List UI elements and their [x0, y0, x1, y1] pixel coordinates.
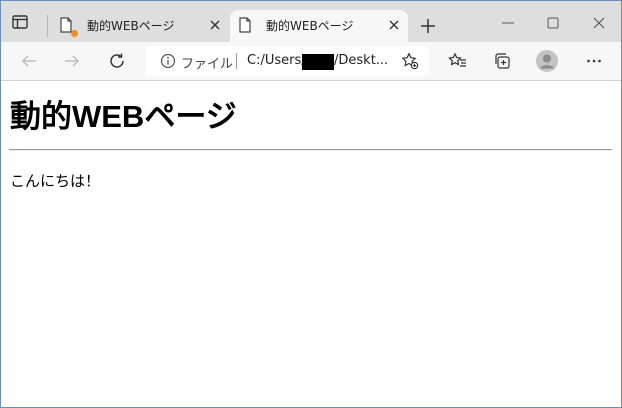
- ellipsis-icon[interactable]: [585, 52, 603, 70]
- close-window-icon[interactable]: [592, 15, 606, 29]
- tab-title: 動的WEBページ: [87, 19, 175, 33]
- loading-dot-icon: [71, 30, 78, 37]
- url-text-suffix: /Deskt...: [334, 53, 389, 68]
- plus-icon[interactable]: [419, 17, 437, 35]
- minimize-icon[interactable]: [501, 15, 515, 29]
- address-separator: [236, 53, 237, 69]
- close-tab-icon[interactable]: [207, 17, 223, 33]
- star-add-icon[interactable]: [401, 52, 419, 74]
- page-content: 動的WEBページ こんにちは！: [1, 81, 621, 407]
- url-text-prefix: C:/Users/: [247, 53, 306, 68]
- horizontal-rule: [9, 149, 612, 151]
- page-heading: 動的WEBページ: [10, 99, 237, 134]
- info-icon[interactable]: [160, 53, 176, 73]
- browser-window: 動的WEBページ 動的WEBページ ファイル C:/Users/ /Deskt.…: [0, 0, 622, 408]
- profile-icon[interactable]: [536, 50, 558, 72]
- tab-inactive[interactable]: 動的WEBページ: [51, 10, 227, 42]
- scheme-label: ファイル: [181, 57, 234, 72]
- tab-strip: 動的WEBページ 動的WEBページ: [1, 1, 621, 42]
- tab-actions-icon[interactable]: [11, 13, 31, 33]
- tab-title: 動的WEBページ: [266, 19, 354, 33]
- greeting-text: こんにちは！: [10, 172, 101, 190]
- redacted-username: [302, 54, 334, 70]
- tab-active[interactable]: 動的WEBページ: [230, 10, 408, 42]
- favorites-icon[interactable]: [448, 52, 466, 70]
- tab-separator: [47, 15, 48, 37]
- close-tab-icon[interactable]: [386, 17, 402, 33]
- navigation-toolbar: ファイル C:/Users/ /Deskt...: [1, 42, 621, 81]
- page-file-icon: [238, 17, 252, 37]
- collections-icon[interactable]: [493, 52, 511, 70]
- arrow-right-icon[interactable]: [63, 52, 81, 70]
- arrow-left-icon[interactable]: [20, 52, 38, 70]
- maximize-icon[interactable]: [546, 15, 560, 29]
- address-bar[interactable]: ファイル C:/Users/ /Deskt...: [146, 46, 429, 76]
- reload-icon[interactable]: [108, 52, 126, 70]
